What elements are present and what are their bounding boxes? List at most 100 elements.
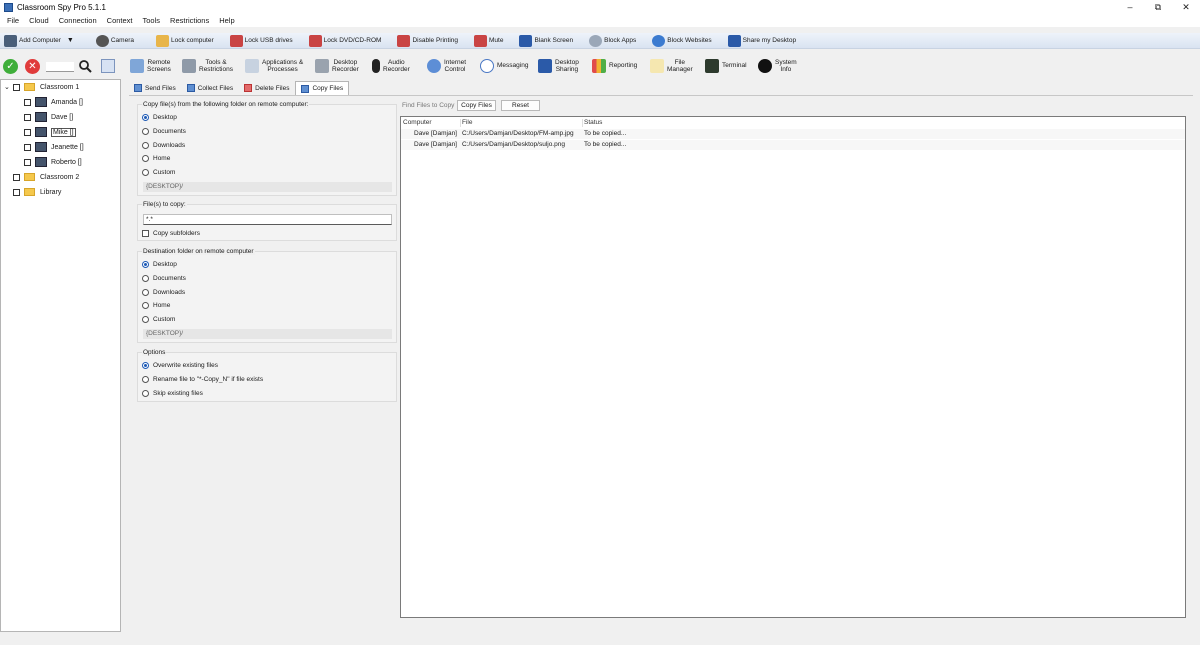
column-header-status[interactable]: Status [584,119,602,126]
tree-computer[interactable]: Roberto [] [24,156,82,168]
group-checkbox[interactable] [13,188,20,196]
column-divider[interactable] [460,119,461,127]
block-apps-button[interactable]: Block Apps [585,33,640,49]
radio-button[interactable] [142,376,149,383]
tab-collect-files[interactable]: Collect Files [182,81,238,95]
mute-button[interactable]: Mute [470,33,507,49]
menu-context[interactable]: Context [102,16,138,25]
radio-button[interactable] [142,169,149,176]
column-divider[interactable] [582,119,583,127]
applications-button[interactable]: Applications & Processes [245,56,303,76]
lock-usb-button[interactable]: Lock USB drives [226,33,297,49]
files-to-copy-input[interactable]: *.* [143,214,392,225]
online-status-icon[interactable]: ✓ [3,59,18,74]
menu-restrictions[interactable]: Restrictions [165,16,214,25]
audio-recorder-button[interactable]: Audio Recorder [372,56,410,76]
radio-button[interactable] [142,142,149,149]
radio-button[interactable] [142,261,149,268]
blank-screen-button[interactable]: Blank Screen [515,33,577,49]
minimize-icon[interactable]: – [1116,0,1144,14]
radio-button[interactable] [142,302,149,309]
disable-printing-button[interactable]: Disable Printing [393,33,462,49]
radio-button[interactable] [142,128,149,135]
terminal-button[interactable]: Terminal [705,56,747,76]
file-manager-button[interactable]: File Manager [650,56,693,76]
menu-file[interactable]: File [2,16,24,25]
copy-subfolders-option[interactable]: Copy subfolders [142,230,200,237]
tab-send-files[interactable]: Send Files [129,81,181,95]
radio-button[interactable] [142,362,149,369]
table-row[interactable]: Dave [Damjan] C:/Users/Damjan/Desktop/FM… [401,129,1185,139]
group-checkbox[interactable] [13,173,20,181]
offline-status-icon[interactable]: ✕ [25,59,40,74]
chevron-down-icon[interactable]: ▼ [67,37,74,44]
option-rename[interactable]: Rename file to "*-Copy_N" if file exists [142,376,263,383]
tree-group-library[interactable]: Library [13,186,61,198]
dest-option-documents[interactable]: Documents [142,275,186,282]
desktop-recorder-button[interactable]: Desktop Recorder [315,56,359,76]
copy-files-button[interactable]: Copy Files [457,100,496,111]
dest-path-field[interactable]: {DESKTOP}/ [143,329,392,339]
dest-option-desktop[interactable]: Desktop [142,261,177,268]
menu-connection[interactable]: Connection [54,16,102,25]
messaging-button[interactable]: Messaging [480,56,528,76]
tree-group-classroom-2[interactable]: Classroom 2 [13,171,79,183]
computer-checkbox[interactable] [24,98,31,106]
computer-checkbox[interactable] [24,113,31,121]
chevron-down-icon[interactable]: ⌄ [4,83,10,91]
internet-control-button[interactable]: Internet Control [427,56,466,76]
restore-icon[interactable]: ⧉ [1144,0,1172,14]
dest-option-downloads[interactable]: Downloads [142,289,185,296]
lock-dvd-button[interactable]: Lock DVD/CD-ROM [305,33,386,49]
computer-checkbox[interactable] [24,128,31,136]
source-option-desktop[interactable]: Desktop [142,114,177,121]
option-overwrite[interactable]: Overwrite existing files [142,362,218,369]
tree-computer[interactable]: Dave [] [24,111,73,123]
radio-button[interactable] [142,114,149,121]
source-option-custom[interactable]: Custom [142,169,175,176]
source-option-documents[interactable]: Documents [142,128,186,135]
dest-option-home[interactable]: Home [142,302,170,309]
radio-button[interactable] [142,316,149,323]
column-header-computer[interactable]: Computer [403,119,432,126]
tab-delete-files[interactable]: Delete Files [239,81,294,95]
computer-checkbox[interactable] [24,143,31,151]
tools-restrictions-button[interactable]: Tools & Restrictions [182,56,233,76]
camera-button[interactable]: Camera [92,33,138,49]
statistics-icon[interactable] [101,59,115,73]
desktop-sharing-button[interactable]: Desktop Sharing [538,56,579,76]
source-path-field[interactable]: {DESKTOP}/ [143,182,392,192]
reporting-button[interactable]: Reporting [592,56,637,76]
system-info-button[interactable]: System Info [758,56,797,76]
radio-button[interactable] [142,289,149,296]
table-row[interactable]: Dave [Damjan] C:/Users/Damjan/Desktop/su… [401,140,1185,150]
remote-screens-button[interactable]: Remote Screens [130,56,171,76]
radio-button[interactable] [142,390,149,397]
lock-computer-button[interactable]: Lock computer [152,33,218,49]
computer-checkbox[interactable] [24,158,31,166]
add-computer-button[interactable]: Add Computer ▼ [0,33,78,49]
source-option-home[interactable]: Home [142,155,170,162]
reset-button[interactable]: Reset [501,100,540,111]
search-input[interactable] [46,62,74,72]
copy-subfolders-checkbox[interactable] [142,230,149,237]
close-icon[interactable]: ✕ [1172,0,1200,14]
block-websites-button[interactable]: Block Websites [648,33,715,49]
dest-option-custom[interactable]: Custom [142,316,175,323]
tree-computer[interactable]: Amanda [] [24,96,83,108]
menu-cloud[interactable]: Cloud [24,16,54,25]
tree-group-classroom-1[interactable]: Classroom 1 [13,81,79,93]
search-icon[interactable] [78,59,92,73]
group-checkbox[interactable] [13,83,20,91]
radio-button[interactable] [142,275,149,282]
tree-computer[interactable]: Mike [] [24,126,76,138]
source-option-downloads[interactable]: Downloads [142,142,185,149]
radio-button[interactable] [142,155,149,162]
tree-computer[interactable]: Jeanette [] [24,141,84,153]
menu-tools[interactable]: Tools [138,16,166,25]
menu-help[interactable]: Help [214,16,239,25]
column-header-file[interactable]: File [462,119,472,126]
tab-copy-files[interactable]: Copy Files [295,81,350,95]
option-skip[interactable]: Skip existing files [142,390,203,397]
share-desktop-button[interactable]: Share my Desktop [724,33,800,49]
